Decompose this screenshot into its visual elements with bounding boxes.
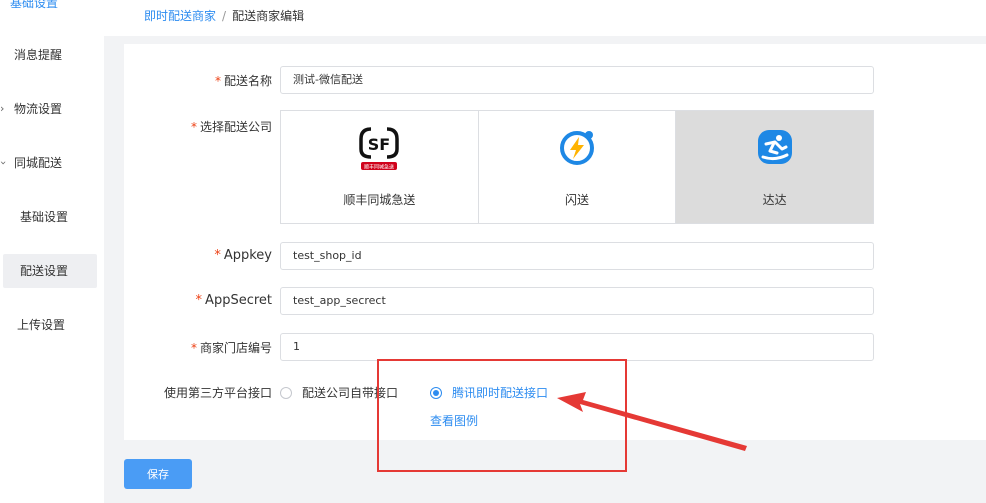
svg-text:SF: SF <box>368 135 390 154</box>
name-label-text: 配送名称 <box>223 74 272 88</box>
view-example-link[interactable]: 查看图例 <box>430 412 478 429</box>
sidebar-item-city-basic-settings[interactable]: 基础设置 <box>0 200 104 234</box>
delivery-name-input[interactable]: 测试-微信配送 <box>280 66 874 94</box>
sidebar: 基础设置 消息提醒 › 物流设置 › 同城配送 基础设置 配送设置 上传设置 <box>0 0 104 503</box>
required-mark: * <box>190 341 197 355</box>
required-mark: * <box>214 248 221 263</box>
sidebar-item-basic-settings[interactable]: 基础设置 <box>0 0 104 20</box>
company-name: 达达 <box>762 193 787 207</box>
company-label: * 选择配送公司 <box>124 118 272 135</box>
chevron-right-icon: › <box>0 102 5 115</box>
sidebar-item-label: 基础设置 <box>10 0 59 10</box>
radio-builtin-interface[interactable]: 配送公司自带接口 <box>280 384 398 401</box>
radio-label: 配送公司自带接口 <box>302 386 399 400</box>
store-number-input[interactable]: 1 <box>280 333 874 361</box>
name-label: * 配送名称 <box>124 72 272 89</box>
appkey-input[interactable]: test_shop_id <box>280 242 874 270</box>
appkey-label: * Appkey <box>124 248 272 263</box>
sidebar-item-upload-settings[interactable]: 上传设置 <box>0 308 104 342</box>
required-mark: * <box>195 293 203 308</box>
store-number-label-text: 商家门店编号 <box>199 341 272 355</box>
sidebar-item-delivery-settings[interactable]: 配送设置 <box>3 254 97 288</box>
appsecret-input[interactable]: test_app_secrect <box>280 287 874 315</box>
sf-logo-icon: SF 顺丰同城急送 <box>359 127 400 171</box>
chevron-down-icon: › <box>0 161 20 165</box>
breadcrumb-parent-link[interactable]: 即时配送商家 <box>144 9 216 23</box>
breadcrumb-current: 配送商家编辑 <box>232 9 305 23</box>
dada-logo-icon <box>757 130 792 164</box>
radio-tencent-interface[interactable]: 腾讯即时配送接口 <box>430 384 548 401</box>
appsecret-label-text: AppSecret <box>205 293 272 308</box>
appkey-label-text: Appkey <box>223 248 272 263</box>
appsecret-label: * AppSecret <box>124 293 272 308</box>
edit-form: *配送名称 测试-微信配送 *选择配送公司 SF 顺丰同城急送 顺丰同城急送 <box>124 44 986 440</box>
company-name: 顺丰同城急送 <box>343 193 416 207</box>
svg-text:顺丰同城急送: 顺丰同城急送 <box>364 164 394 171</box>
main-content: 即时配送商家 / 配送商家编辑 * 配送名称 测试-微信配送 * 选择配送公司 SF 顺… <box>104 0 986 503</box>
shansong-logo-icon <box>560 131 594 165</box>
save-button[interactable]: 保存 <box>124 459 192 489</box>
radio-label: 腾讯即时配送接口 <box>452 386 549 400</box>
company-option-shansong[interactable]: 闪送 <box>479 111 677 223</box>
sidebar-item-logistics-settings[interactable]: › 物流设置 <box>0 92 104 126</box>
sidebar-item-label: 配送设置 <box>20 264 69 278</box>
sidebar-item-label: 基础设置 <box>20 210 69 224</box>
sidebar-item-label: 消息提醒 <box>14 48 63 62</box>
company-option-sf[interactable]: SF 顺丰同城急送 顺丰同城急送 <box>281 111 479 223</box>
radio-circle[interactable] <box>430 386 442 399</box>
sidebar-item-message-reminder[interactable]: 消息提醒 <box>0 38 104 72</box>
breadcrumb: 即时配送商家 / 配送商家编辑 <box>104 0 986 36</box>
third-party-label: 使用第三方平台接口 <box>163 386 272 400</box>
sidebar-item-label: 同城配送 <box>14 156 63 170</box>
sidebar-item-label: 物流设置 <box>14 102 63 116</box>
sidebar-item-label: 上传设置 <box>17 318 66 332</box>
required-mark: * <box>214 74 221 88</box>
radio-circle[interactable] <box>280 386 292 399</box>
company-label-text: 选择配送公司 <box>199 120 272 134</box>
company-name: 闪送 <box>565 193 590 207</box>
company-option-dada[interactable]: 达达 <box>676 111 874 223</box>
store-number-label: * 商家门店编号 <box>124 339 272 356</box>
required-mark: * <box>190 120 197 134</box>
company-selector: SF 顺丰同城急送 顺丰同城急送 闪送 达达 <box>280 110 874 224</box>
breadcrumb-separator: / <box>222 9 227 23</box>
sidebar-item-city-delivery[interactable]: › 同城配送 <box>0 146 104 180</box>
